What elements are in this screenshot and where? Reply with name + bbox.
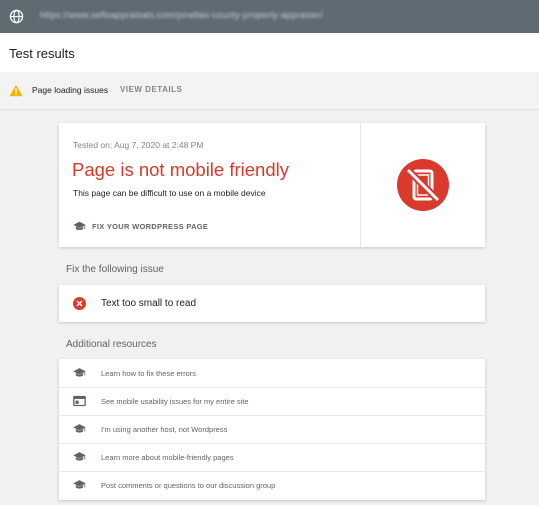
resource-item-learn-fix[interactable]: Learn how to fix these errors [59,359,485,388]
resource-label: Post comments or questions to our discus… [101,481,276,490]
browser-url-bar: https://www.sefloappraisals.com/pinellas… [0,0,539,33]
verdict-heading: Page is not mobile friendly [72,159,289,180]
page-loading-issues-bar: Page loading issues VIEW DETAILS [0,72,539,110]
graduation-cap-icon [73,368,86,377]
fix-wordpress-page-button[interactable]: FIX YOUR WORDPRESS PAGE [73,221,208,232]
resource-label: Learn more about mobile-friendly pages [101,453,234,462]
page-loading-issues-label: Page loading issues [32,85,109,95]
browser-window-icon [73,395,86,407]
url-text[interactable]: https://www.sefloappraisals.com/pinellas… [40,10,323,20]
resource-label: Learn how to fix these errors [101,369,197,378]
issue-item[interactable]: Text too small to read [59,285,485,322]
fix-issue-section-title: Fix the following issue [66,264,164,275]
resource-item-learn-mobile[interactable]: Learn more about mobile-friendly pages [59,443,485,472]
fix-wordpress-page-label: FIX YOUR WORDPRESS PAGE [92,222,209,231]
globe-icon [9,9,24,24]
resource-label: I'm using another host, not Wordpress [101,425,228,434]
not-mobile-friendly-icon [397,159,449,211]
card-divider [360,123,361,247]
verdict-description: This page can be difficult to use on a m… [73,188,266,198]
view-details-link[interactable]: VIEW DETAILS [120,85,182,94]
page-title: Test results [9,46,75,61]
resource-label: See mobile usability issues for my entir… [101,397,249,406]
graduation-cap-icon [73,424,86,433]
result-card: Tested on: Aug 7, 2020 at 2:48 PM Page i… [59,123,485,247]
resource-item-discussion[interactable]: Post comments or questions to our discus… [59,471,485,499]
page-header: Test results [0,33,539,72]
error-icon [73,297,86,310]
issue-label: Text too small to read [101,298,197,309]
resource-item-another-host[interactable]: I'm using another host, not Wordpress [59,415,485,444]
tested-on-text: Tested on: Aug 7, 2020 at 2:48 PM [73,140,204,150]
resource-item-site-usability[interactable]: See mobile usability issues for my entir… [59,387,485,416]
graduation-cap-icon [73,221,86,231]
resources-list: Learn how to fix these errors See mobile… [59,359,485,500]
graduation-cap-icon [73,452,86,461]
additional-resources-title: Additional resources [66,339,157,350]
warning-icon [9,84,23,97]
graduation-cap-icon [73,480,86,489]
